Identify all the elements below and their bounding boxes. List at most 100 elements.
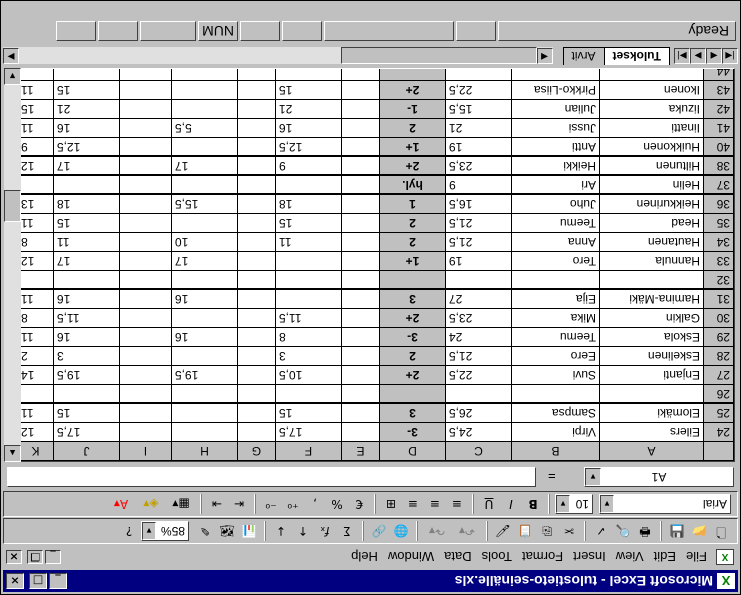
row-header[interactable]: 43 [703,80,734,100]
cell[interactable] [171,175,238,195]
cell[interactable] [237,251,276,271]
cell[interactable] [119,80,172,100]
cell[interactable]: 23,5 [445,308,512,328]
cell[interactable] [341,99,380,119]
cell[interactable]: Hiltunen [599,156,704,176]
first-sheet-icon[interactable]: |◀ [722,48,738,64]
cell[interactable]: 11 [53,232,120,252]
cell[interactable] [341,251,380,271]
drawing-icon[interactable]: ✎ [195,521,215,541]
cell[interactable]: 2+ [379,156,446,176]
cell[interactable] [119,68,172,81]
row-header[interactable]: 40 [703,137,734,157]
cell[interactable]: 23,5 [445,156,512,176]
excel-app-icon[interactable]: X [717,573,735,589]
cell[interactable] [237,232,276,252]
cell[interactable]: 10 [171,232,238,252]
chart-wizard-icon[interactable]: 📊 [239,521,259,541]
close-button[interactable]: × [6,573,24,589]
cell[interactable] [171,384,238,404]
menu-tools[interactable]: Tools [477,550,517,565]
sort-descending-icon[interactable]: ↓ [271,521,291,541]
cell[interactable] [379,270,446,290]
cell[interactable]: Heikki [511,156,600,176]
row-header[interactable]: 30 [703,308,734,328]
cell[interactable]: Teemu [511,327,600,347]
scroll-down-icon[interactable]: ▼ [4,68,21,85]
row-header[interactable]: 29 [703,327,734,347]
cell[interactable] [599,270,704,290]
align-right-icon[interactable]: ≡ [403,494,423,514]
increase-indent-icon[interactable]: ⇥ [207,494,227,514]
cell[interactable]: 16 [171,289,238,309]
workbook-icon[interactable]: X [716,549,734,565]
column-header-h[interactable]: H [171,441,238,461]
cell[interactable] [237,346,276,366]
cell[interactable]: hyl. [379,175,446,195]
cell[interactable]: 3- [379,422,446,442]
cell[interactable]: 3- [379,327,446,347]
cell[interactable]: 26,5 [445,403,512,423]
cell[interactable]: Head [599,213,704,233]
cell[interactable] [237,270,276,290]
cell[interactable] [53,68,120,81]
cell[interactable] [341,232,380,252]
cell[interactable]: 18 [53,194,120,214]
open-icon[interactable]: 📂 [689,521,709,541]
cell[interactable] [119,384,172,404]
cell[interactable] [171,403,238,423]
worksheet-grid[interactable]: A B C D E F G H I J K 24 Eilers Virpi 24,5 3… [4,68,735,462]
cell[interactable]: Jussi [511,118,600,138]
workbook-restore-button[interactable]: ❐ [27,550,43,564]
cell[interactable]: 12,5 [53,137,120,157]
cell[interactable] [237,213,276,233]
new-icon[interactable]: 🗋 [711,521,731,541]
cell[interactable]: Juho [511,194,600,214]
cell[interactable]: Tero [511,251,600,271]
chevron-down-icon[interactable]: ▼ [585,468,601,486]
cell[interactable] [171,422,238,442]
merge-center-icon[interactable]: ⊞ [381,494,401,514]
cell[interactable]: Iizuka [599,99,704,119]
italic-button[interactable]: I [501,494,521,514]
cell[interactable]: 11,5 [275,308,342,328]
cell[interactable] [119,156,172,176]
cell[interactable]: 8 [17,308,54,328]
cell[interactable] [171,270,238,290]
cell[interactable]: Sampsa [511,403,600,423]
cell[interactable]: 11 [17,213,54,233]
cell[interactable]: 8 [275,327,342,347]
formula-equals[interactable]: = [540,470,580,485]
cell[interactable] [53,384,120,404]
select-all-button[interactable] [703,441,734,461]
row-header[interactable]: 44 [703,68,734,81]
cell[interactable] [119,403,172,423]
cell[interactable] [119,194,172,214]
column-header-b[interactable]: B [511,441,600,461]
cell[interactable]: Hannula [599,251,704,271]
cell[interactable] [171,346,238,366]
next-sheet-icon[interactable]: ▶ [690,48,706,64]
cell[interactable] [119,365,172,385]
cell[interactable]: Eero [511,346,600,366]
cell[interactable] [119,118,172,138]
cell[interactable] [275,68,342,81]
borders-icon[interactable]: ▦▾ [167,494,195,514]
cell[interactable] [237,194,276,214]
cell[interactable] [17,384,54,404]
hyperlink-icon[interactable]: 🔗 [369,521,389,541]
row-header[interactable]: 31 [703,289,734,309]
cell[interactable]: 13 [17,194,54,214]
cell[interactable]: 3 [53,346,120,366]
cell[interactable] [237,365,276,385]
tab-tulokset[interactable]: Tulokset [603,47,670,65]
cell[interactable] [237,68,276,81]
chevron-down-icon[interactable]: ▼ [142,522,156,540]
cell[interactable]: 11 [17,80,54,100]
cell[interactable]: 16,5 [445,194,512,214]
cell[interactable] [341,270,380,290]
cell[interactable] [237,422,276,442]
cell[interactable]: 17 [53,156,120,176]
cell[interactable]: 11 [17,118,54,138]
cell[interactable]: 21 [445,118,512,138]
